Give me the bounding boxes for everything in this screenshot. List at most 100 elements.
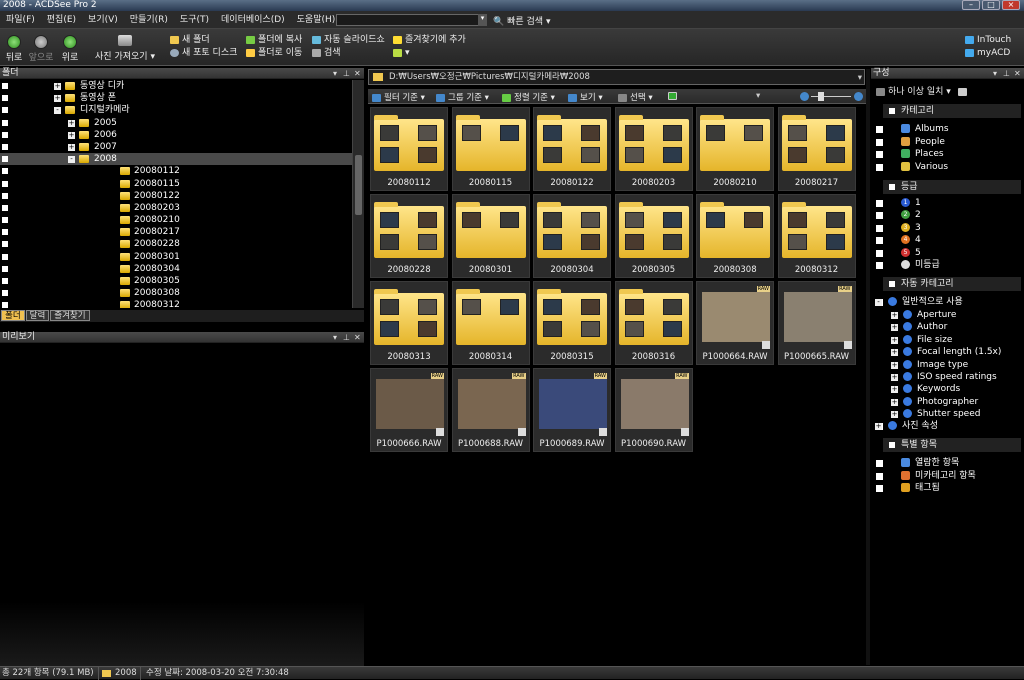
expand-icon[interactable]: + <box>54 83 61 90</box>
select-checkbox[interactable] <box>680 428 689 436</box>
intouch-button[interactable]: InTouch <box>965 34 1011 46</box>
category-item[interactable]: Various <box>901 161 948 173</box>
file-item[interactable]: 20080112 <box>370 107 448 191</box>
menu-database[interactable]: 데이터베이스(D) <box>215 11 291 29</box>
expand-icon[interactable]: + <box>68 143 75 151</box>
organize-checkbox[interactable] <box>876 200 883 207</box>
auto-category-item[interactable]: Image type <box>903 359 968 371</box>
rating-item[interactable]: 55 <box>901 247 921 259</box>
expand-icon[interactable]: + <box>891 374 898 381</box>
special-item[interactable]: 열람한 항목 <box>901 457 959 469</box>
rating-item[interactable]: 33 <box>901 222 921 234</box>
file-item[interactable]: 20080217 <box>777 107 856 191</box>
tab-calendar[interactable]: 달력 <box>25 310 50 321</box>
path-dropdown-icon[interactable]: ▾ <box>858 71 862 85</box>
pin-icon[interactable]: ⊥ <box>343 68 350 79</box>
new-photodisc-button[interactable]: 새 포토 디스크 <box>170 47 237 59</box>
menu-edit[interactable]: 편집(E) <box>41 11 82 29</box>
file-item[interactable]: 20080316 <box>614 281 693 365</box>
category-item[interactable]: People <box>901 136 945 148</box>
organize-checkbox[interactable] <box>876 126 883 133</box>
auto-category-item[interactable]: Focal length (1.5x) <box>903 346 1001 358</box>
panel-close-icon[interactable]: ✕ <box>354 68 361 79</box>
tree-item[interactable]: +2007 <box>0 141 352 153</box>
panel-menu-icon[interactable]: ▾ <box>333 68 337 79</box>
tab-folders[interactable]: 폴더 <box>1 310 25 321</box>
copy-to-folder-button[interactable]: 폴더에 복사 <box>246 34 302 46</box>
forward-button[interactable]: 앞으로 <box>27 33 55 63</box>
tree-item[interactable]: 20080115 <box>0 178 352 190</box>
tree-item[interactable]: 20080312 <box>0 299 352 308</box>
file-item[interactable]: 20080115 <box>451 107 530 191</box>
select-checkbox[interactable] <box>517 428 526 436</box>
panel-menu-icon[interactable]: ▾ <box>333 332 337 343</box>
auto-slideshow-button[interactable]: 자동 슬라이드쇼 <box>312 34 385 46</box>
up-button[interactable]: 위로 <box>56 33 84 63</box>
rating-item[interactable]: 미등급 <box>901 259 940 271</box>
tree-checkbox[interactable] <box>2 95 8 102</box>
special-item[interactable]: 미카테고리 항목 <box>901 470 976 482</box>
tree-item[interactable]: 20080228 <box>0 238 352 250</box>
expand-icon[interactable]: + <box>891 336 898 344</box>
menu-view[interactable]: 보기(V) <box>82 11 124 29</box>
panel-close-icon[interactable]: ✕ <box>354 332 361 343</box>
tree-checkbox[interactable] <box>2 107 8 114</box>
file-item[interactable]: RAW P1000666.RAW <box>370 368 448 452</box>
tree-item[interactable]: +2005 <box>0 117 352 129</box>
category-item[interactable]: Albums <box>901 123 949 135</box>
rating-item[interactable]: 44 <box>901 234 921 246</box>
expand-icon[interactable]: + <box>68 131 75 139</box>
zoom-in-icon[interactable] <box>854 92 863 101</box>
tree-item[interactable]: + 동영상 폰 <box>0 92 352 104</box>
tree-checkbox[interactable] <box>2 156 8 163</box>
auto-category-item[interactable]: Aperture <box>903 309 956 321</box>
select-checkbox[interactable] <box>599 428 607 436</box>
organize-checkbox[interactable] <box>876 249 883 257</box>
tree-checkbox[interactable] <box>2 180 8 187</box>
file-list-scrollbar[interactable] <box>866 69 870 665</box>
tree-item[interactable]: - 디지털카메라 <box>0 104 352 116</box>
search-button[interactable]: 검색 <box>312 47 341 59</box>
tree-checkbox[interactable] <box>2 253 8 260</box>
tree-checkbox[interactable] <box>2 290 8 297</box>
auto-category-item[interactable]: Shutter speed <box>903 408 980 420</box>
auto-category-item[interactable]: Keywords <box>903 383 960 395</box>
tree-checkbox[interactable] <box>2 192 8 199</box>
quick-search-input[interactable] <box>336 14 486 26</box>
zoom-slider[interactable] <box>811 96 851 97</box>
auto-category-item[interactable]: File size <box>903 334 952 346</box>
auto-category-item[interactable]: ISO speed ratings <box>903 371 997 383</box>
tag-filter-button[interactable] <box>668 91 680 101</box>
file-item[interactable]: 20080308 <box>696 194 774 278</box>
clear-icon[interactable] <box>957 87 967 96</box>
tab-favorites[interactable]: 즐겨찾기 <box>50 310 90 321</box>
tree-checkbox[interactable] <box>2 204 8 211</box>
file-item[interactable]: 20080122 <box>533 107 611 191</box>
special-item[interactable]: 태그됨 <box>901 482 940 494</box>
group-button[interactable]: 그룹 기준 ▾ <box>436 91 489 103</box>
zoom-out-icon[interactable] <box>800 92 809 101</box>
organize-checkbox[interactable] <box>876 151 883 158</box>
more-tools-button[interactable]: ▾ <box>393 47 410 59</box>
tree-checkbox[interactable] <box>2 143 8 150</box>
panel-close-icon[interactable]: ✕ <box>1014 68 1021 79</box>
back-button[interactable]: 뒤로 <box>0 33 28 63</box>
tree-item[interactable]: 20080304 <box>0 263 352 275</box>
file-item[interactable]: RAW P1000665.RAW <box>777 281 856 365</box>
move-to-folder-button[interactable]: 폴더로 이동 <box>246 47 302 59</box>
file-item[interactable]: 20080304 <box>533 194 611 278</box>
auto-categories-header[interactable]: 자동 카테고리 <box>883 277 1021 291</box>
close-button[interactable]: × <box>1002 0 1020 10</box>
sort-button[interactable]: 정렬 기준 ▾ <box>502 91 555 103</box>
expand-icon[interactable]: + <box>891 324 898 332</box>
select-checkbox[interactable] <box>762 341 770 349</box>
organize-checkbox[interactable] <box>876 485 883 492</box>
file-item[interactable]: 20080228 <box>370 194 448 278</box>
tree-checkbox[interactable] <box>2 131 8 138</box>
minimize-button[interactable]: – <box>962 0 980 10</box>
tree-checkbox[interactable] <box>2 217 8 224</box>
tree-checkbox[interactable] <box>2 119 8 126</box>
expand-icon[interactable]: - <box>875 299 882 306</box>
new-folder-button[interactable]: 새 폴더 <box>170 34 210 46</box>
tree-checkbox[interactable] <box>2 83 8 89</box>
